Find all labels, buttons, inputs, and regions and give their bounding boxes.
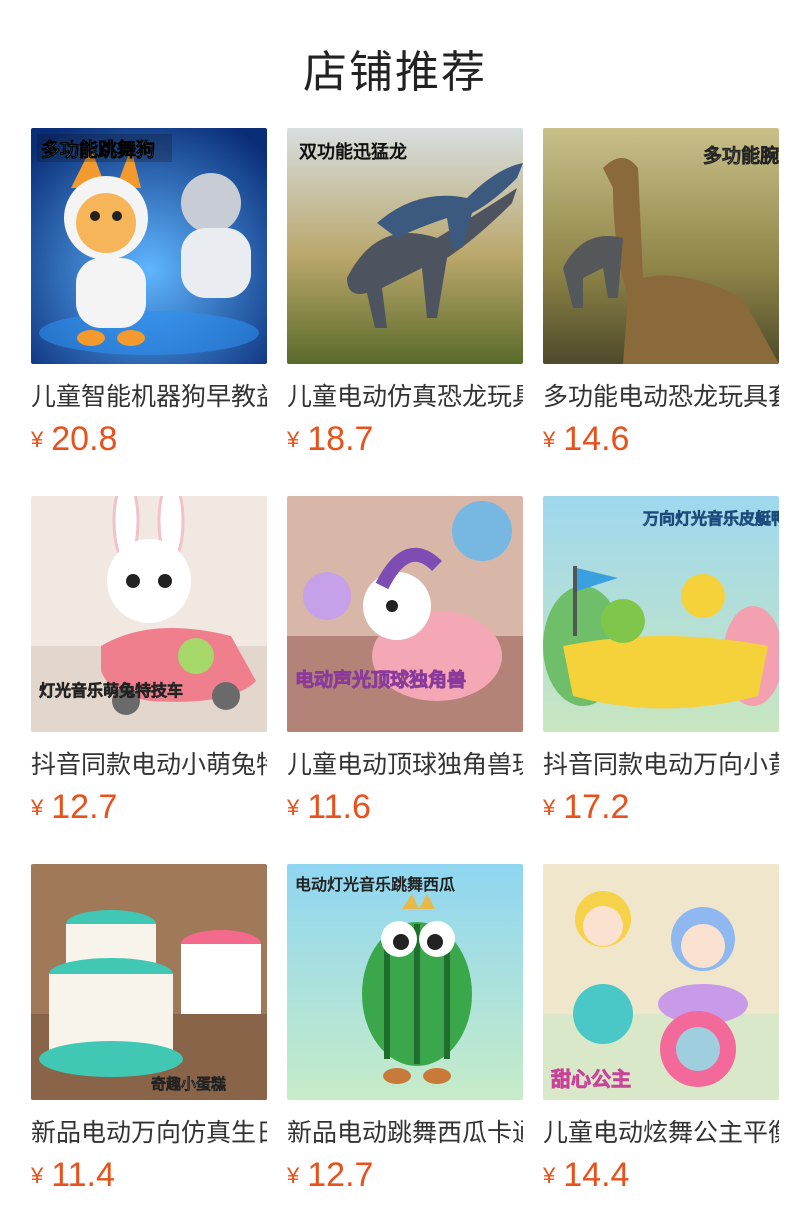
product-price: ¥12.7 <box>287 1156 523 1200</box>
currency-symbol: ¥ <box>31 1163 44 1188</box>
product-image-watermelon[interactable]: 电动灯光音乐跳舞西瓜 <box>287 864 523 1100</box>
product-image-robot-dog[interactable]: 多功能跳舞狗 <box>31 128 267 364</box>
product-overlay-text: 灯光音乐萌兔特技车 <box>39 681 183 700</box>
currency-symbol: ¥ <box>543 1163 556 1188</box>
product-price: ¥11.6 <box>287 788 523 832</box>
currency-symbol: ¥ <box>287 1163 300 1188</box>
product-price: ¥11.4 <box>31 1156 267 1200</box>
price-amount: 12.7 <box>51 788 118 826</box>
currency-symbol: ¥ <box>31 427 44 452</box>
product-name[interactable]: 儿童智能机器狗早教益智 <box>31 378 267 416</box>
product-price: ¥12.7 <box>31 788 267 832</box>
product-image-duck-boat[interactable]: 万向灯光音乐皮艇鸭子系列 <box>543 496 779 732</box>
product-overlay-text: 多功能跳舞狗 <box>41 138 155 161</box>
price-amount: 18.7 <box>307 420 374 458</box>
product-name[interactable]: 儿童电动炫舞公主平衡车 <box>543 1114 779 1152</box>
product-name[interactable]: 抖音同款电动万向小黄鸭 <box>543 746 779 784</box>
product-name[interactable]: 儿童电动顶球独角兽玩具 <box>287 746 523 784</box>
product-image-unicorn[interactable]: 电动声光顶球独角兽 <box>287 496 523 732</box>
product-price: ¥18.7 <box>287 420 523 464</box>
currency-symbol: ¥ <box>31 795 44 820</box>
product-price: ¥14.4 <box>543 1156 779 1200</box>
product-image-princess[interactable]: 甜心公主 <box>543 864 779 1100</box>
product-name[interactable]: 抖音同款电动小萌兔特技车 <box>31 746 267 784</box>
product-price: ¥14.6 <box>543 420 779 464</box>
product-overlay-text: 电动声光顶球独角兽 <box>295 668 466 691</box>
price-amount: 17.2 <box>563 788 630 826</box>
price-amount: 20.8 <box>51 420 118 458</box>
currency-symbol: ¥ <box>543 795 556 820</box>
price-amount: 11.6 <box>307 788 371 826</box>
price-amount: 12.7 <box>307 1156 374 1194</box>
product-name[interactable]: 儿童电动仿真恐龙玩具 <box>287 378 523 416</box>
product-overlay-text: 奇趣小蛋糕 <box>151 1075 226 1093</box>
currency-symbol: ¥ <box>287 427 300 452</box>
product-overlay-text: 电动灯光音乐跳舞西瓜 <box>295 875 455 894</box>
price-amount: 14.6 <box>563 420 630 458</box>
product-overlay-text: 万向灯光音乐皮艇鸭子系列 <box>642 509 779 528</box>
currency-symbol: ¥ <box>287 795 300 820</box>
product-name[interactable]: 多功能电动恐龙玩具套装 <box>543 378 779 416</box>
product-image-cake[interactable]: 奇趣小蛋糕 <box>31 864 267 1100</box>
product-overlay-text: 甜心公主 <box>551 1067 631 1091</box>
product-price: ¥20.8 <box>31 420 267 464</box>
price-amount: 11.4 <box>51 1156 115 1194</box>
currency-symbol: ¥ <box>543 427 556 452</box>
product-price: ¥17.2 <box>543 788 779 832</box>
product-overlay-text: 双功能迅猛龙 <box>299 141 407 163</box>
product-image-brachiosaurus[interactable]: 多功能腕龙 <box>543 128 779 364</box>
product-image-bunny-car[interactable]: 灯光音乐萌兔特技车 <box>31 496 267 732</box>
product-name[interactable]: 新品电动跳舞西瓜卡通玩具 <box>287 1114 523 1152</box>
price-amount: 14.4 <box>563 1156 630 1194</box>
page-title: 店铺推荐 <box>303 48 487 97</box>
product-overlay-text: 多功能腕龙 <box>703 144 779 167</box>
product-image-velociraptor[interactable]: 双功能迅猛龙 <box>287 128 523 364</box>
product-name[interactable]: 新品电动万向仿真生日蛋糕 <box>31 1114 267 1152</box>
